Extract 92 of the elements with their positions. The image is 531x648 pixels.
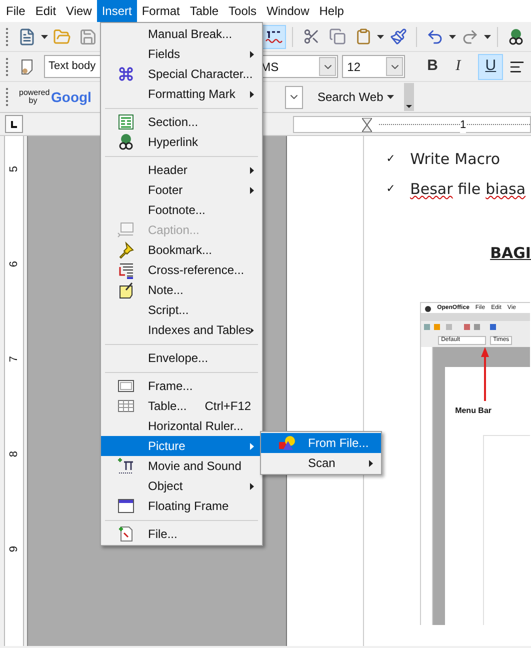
search-field[interactable] <box>285 86 304 108</box>
menu-title[interactable]: Window <box>262 0 314 22</box>
menu-item[interactable]: Footnote... <box>101 200 262 220</box>
menu-item[interactable]: Cross-reference... <box>101 260 262 280</box>
undo-icon <box>426 28 444 46</box>
menu-title[interactable]: Format <box>136 0 185 22</box>
google-logo: Googl <box>51 88 92 107</box>
folder-icon <box>53 28 71 46</box>
note-icon <box>117 281 135 299</box>
ruler-number: 7 <box>6 356 21 362</box>
menu-item[interactable]: Hyperlink <box>101 132 262 152</box>
menu-item[interactable]: Frame... <box>101 376 262 396</box>
window-icon <box>117 497 135 515</box>
caret-icon[interactable] <box>41 34 48 38</box>
menu-item[interactable]: Section... <box>101 112 262 132</box>
redo-icon <box>461 28 479 46</box>
menu-item[interactable]: From File... <box>261 433 381 453</box>
menu-item[interactable]: Envelope... <box>101 348 262 368</box>
menu-title[interactable]: Help <box>314 0 349 22</box>
music-note-icon <box>117 457 135 475</box>
underline-button[interactable]: U <box>478 54 504 80</box>
paintbrush-icon <box>390 28 406 45</box>
horizontal-ruler[interactable]: 1 <box>293 116 531 132</box>
list-icon <box>117 261 135 279</box>
italic-button[interactable]: I <box>446 54 470 78</box>
menu-item[interactable]: Scan <box>261 453 381 473</box>
scissors-icon <box>302 28 320 45</box>
menu-item[interactable]: Movie and Sound <box>101 456 262 476</box>
menu-item[interactable]: Formatting Mark <box>101 84 262 104</box>
menu-item[interactable]: Table... Ctrl+F12 <box>101 396 262 416</box>
globe-icon <box>507 28 525 46</box>
document-icon <box>117 525 135 543</box>
caret-icon[interactable] <box>377 34 384 38</box>
globe-icon <box>117 133 135 151</box>
menu-item[interactable]: Indexes and Tables <box>101 320 262 340</box>
ruler-number: 6 <box>6 260 21 268</box>
menu-item[interactable]: Header <box>101 160 262 180</box>
caret-icon[interactable] <box>484 34 491 38</box>
command-icon <box>118 66 134 82</box>
dropdown-caret-icon[interactable] <box>387 95 394 99</box>
toolbar-grip-icon[interactable] <box>6 26 9 46</box>
menu-item[interactable]: File... <box>101 524 262 544</box>
bullet-text: Besar file biasa <box>410 178 527 200</box>
powered-by-label: powered by <box>19 89 47 105</box>
document-icon <box>18 28 36 46</box>
heading-text: BAGI <box>490 242 531 264</box>
frame-icon <box>117 377 135 395</box>
ruler-number: 9 <box>6 546 21 552</box>
spellcheck-icon <box>265 30 283 44</box>
callout-arrow <box>481 347 490 401</box>
menu-title[interactable]: Table <box>184 0 224 22</box>
menu-item[interactable]: Bookmark... <box>101 240 262 260</box>
ruler-number: 8 <box>6 450 21 458</box>
bold-button[interactable]: B <box>420 54 444 78</box>
shapes-icon <box>278 435 296 451</box>
spellcheck-button[interactable] <box>262 24 286 48</box>
menu-item[interactable]: Footer <box>101 180 262 200</box>
vertical-ruler[interactable]: 5 6 7 8 9 <box>4 136 24 646</box>
callout-label: Menu Bar <box>455 407 493 415</box>
search-web-button[interactable]: Search Web <box>315 85 386 109</box>
font-size-field[interactable]: 12 <box>342 55 406 78</box>
menu-item[interactable]: Horizontal Ruler... <box>101 416 262 436</box>
caret-icon[interactable] <box>449 34 456 38</box>
menu-item[interactable]: Manual Break... <box>101 24 262 44</box>
menu-item[interactable]: Object <box>101 476 262 496</box>
menu-title[interactable]: Insert <box>96 0 137 22</box>
toolbar-overflow-icon[interactable] <box>404 83 414 111</box>
table-icon <box>117 397 135 415</box>
apple-icon <box>425 304 432 312</box>
align-left-icon <box>509 58 526 74</box>
menu-title[interactable]: Edit <box>30 0 62 22</box>
check-bullet: ✓ <box>386 180 396 197</box>
copy-icon <box>328 28 346 45</box>
ruler-number: 5 <box>6 166 21 172</box>
bullet-text: Write Macro <box>410 148 502 170</box>
tab-stop-icon[interactable] <box>4 115 22 133</box>
check-bullet: ✓ <box>386 150 396 167</box>
monitor-icon <box>117 221 135 239</box>
clipboard-icon <box>354 28 372 45</box>
menu-item[interactable]: Note... <box>101 280 262 300</box>
save-icon <box>79 28 97 46</box>
menu-item[interactable]: Script... <box>101 300 262 320</box>
section-icon <box>117 113 135 131</box>
menu-title[interactable]: Tools <box>224 0 262 22</box>
toolbar-grip-icon[interactable] <box>6 56 9 76</box>
menu-title[interactable]: File <box>1 0 30 22</box>
indent-marker-icon[interactable] <box>362 118 372 132</box>
menu-item[interactable]: Picture <box>101 436 262 456</box>
pushpin-icon <box>117 241 135 259</box>
menu-item[interactable]: Floating Frame <box>101 496 262 516</box>
menu-title[interactable]: View <box>61 0 97 22</box>
toolbar-grip-icon[interactable] <box>6 87 9 107</box>
